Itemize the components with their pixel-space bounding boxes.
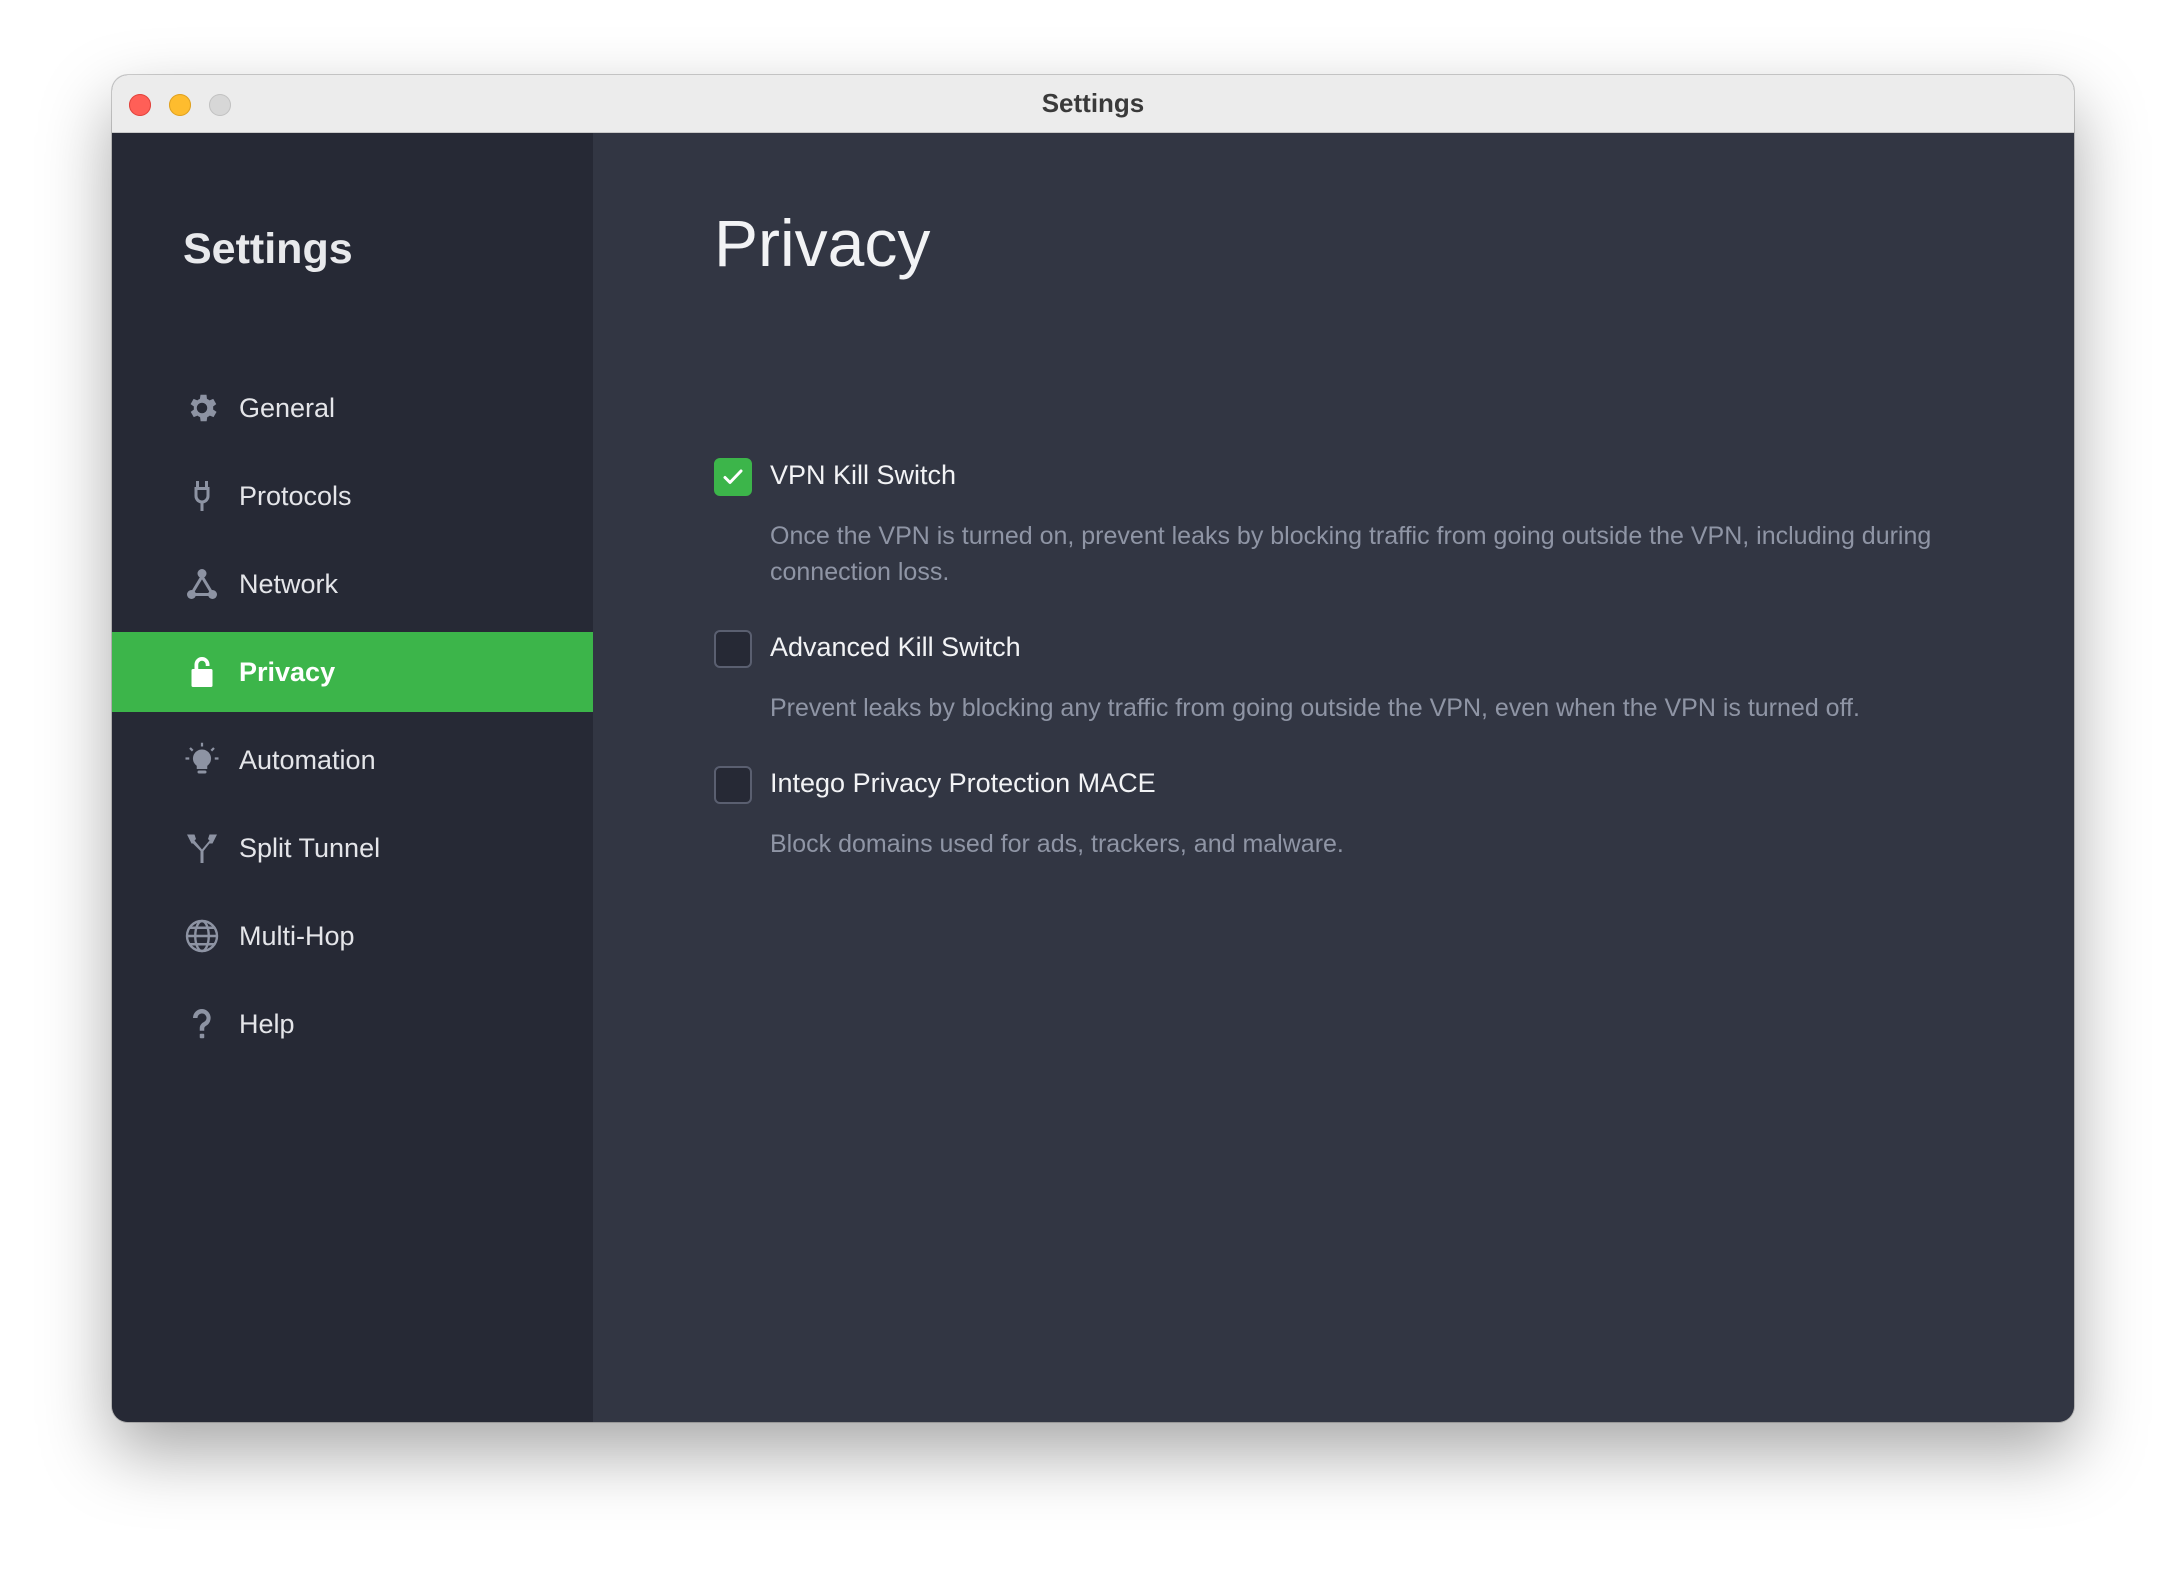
sidebar-item-label: Privacy: [239, 656, 336, 687]
sidebar-item-automation[interactable]: Automation: [112, 720, 593, 800]
main-panel: Privacy VPN Kill Switch Once the VPN is …: [593, 133, 2074, 1422]
gear-icon: [182, 388, 222, 428]
question-icon: [182, 1004, 222, 1044]
sidebar-item-label: Protocols: [239, 480, 352, 511]
option-description: Block domains used for ads, trackers, an…: [770, 830, 1344, 858]
sidebar-item-split-tunnel[interactable]: Split Tunnel: [112, 808, 593, 888]
option-label[interactable]: VPN Kill Switch: [770, 460, 956, 491]
title-bar: Settings: [112, 75, 2074, 133]
plug-icon: [182, 476, 222, 516]
sidebar-item-label: General: [239, 392, 336, 423]
globe-icon: [182, 916, 222, 956]
sidebar-item-help[interactable]: Help: [112, 984, 593, 1064]
sidebar: Settings General Protocols Network Priva…: [112, 133, 593, 1422]
sidebar-title: Settings: [183, 225, 353, 273]
sidebar-item-label: Split Tunnel: [239, 832, 381, 863]
mace-checkbox[interactable]: [714, 766, 752, 804]
sidebar-item-label: Help: [239, 1008, 295, 1039]
lightbulb-icon: [182, 740, 222, 780]
vpn-kill-switch-checkbox[interactable]: [714, 458, 752, 496]
checkmark-icon: [723, 469, 743, 484]
sidebar-item-multi-hop[interactable]: Multi-Hop: [112, 896, 593, 976]
sidebar-item-network[interactable]: Network: [112, 544, 593, 624]
split-tunnel-icon: [182, 828, 222, 868]
window-title: Settings: [1041, 88, 1145, 118]
settings-window: Settings Settings General Protocols Netw…: [112, 75, 2074, 1422]
sidebar-item-general[interactable]: General: [112, 368, 593, 448]
lock-icon: [182, 652, 222, 692]
sidebar-item-privacy[interactable]: Privacy: [112, 632, 593, 712]
sidebar-item-protocols[interactable]: Protocols: [112, 456, 593, 536]
sidebar-item-label: Automation: [239, 744, 376, 775]
page-title: Privacy: [714, 206, 931, 280]
sidebar-item-label: Multi-Hop: [239, 920, 355, 951]
sidebar-nav: General Protocols Network Privacy Automa…: [112, 368, 593, 1072]
option-label[interactable]: Intego Privacy Protection MACE: [770, 768, 1156, 799]
option-label[interactable]: Advanced Kill Switch: [770, 632, 1021, 663]
option-description: Prevent leaks by blocking any traffic fr…: [770, 694, 1860, 722]
network-icon: [182, 564, 222, 604]
option-description: Once the VPN is turned on, prevent leaks…: [770, 522, 1932, 586]
sidebar-item-label: Network: [239, 568, 339, 599]
advanced-kill-switch-checkbox[interactable]: [714, 630, 752, 668]
